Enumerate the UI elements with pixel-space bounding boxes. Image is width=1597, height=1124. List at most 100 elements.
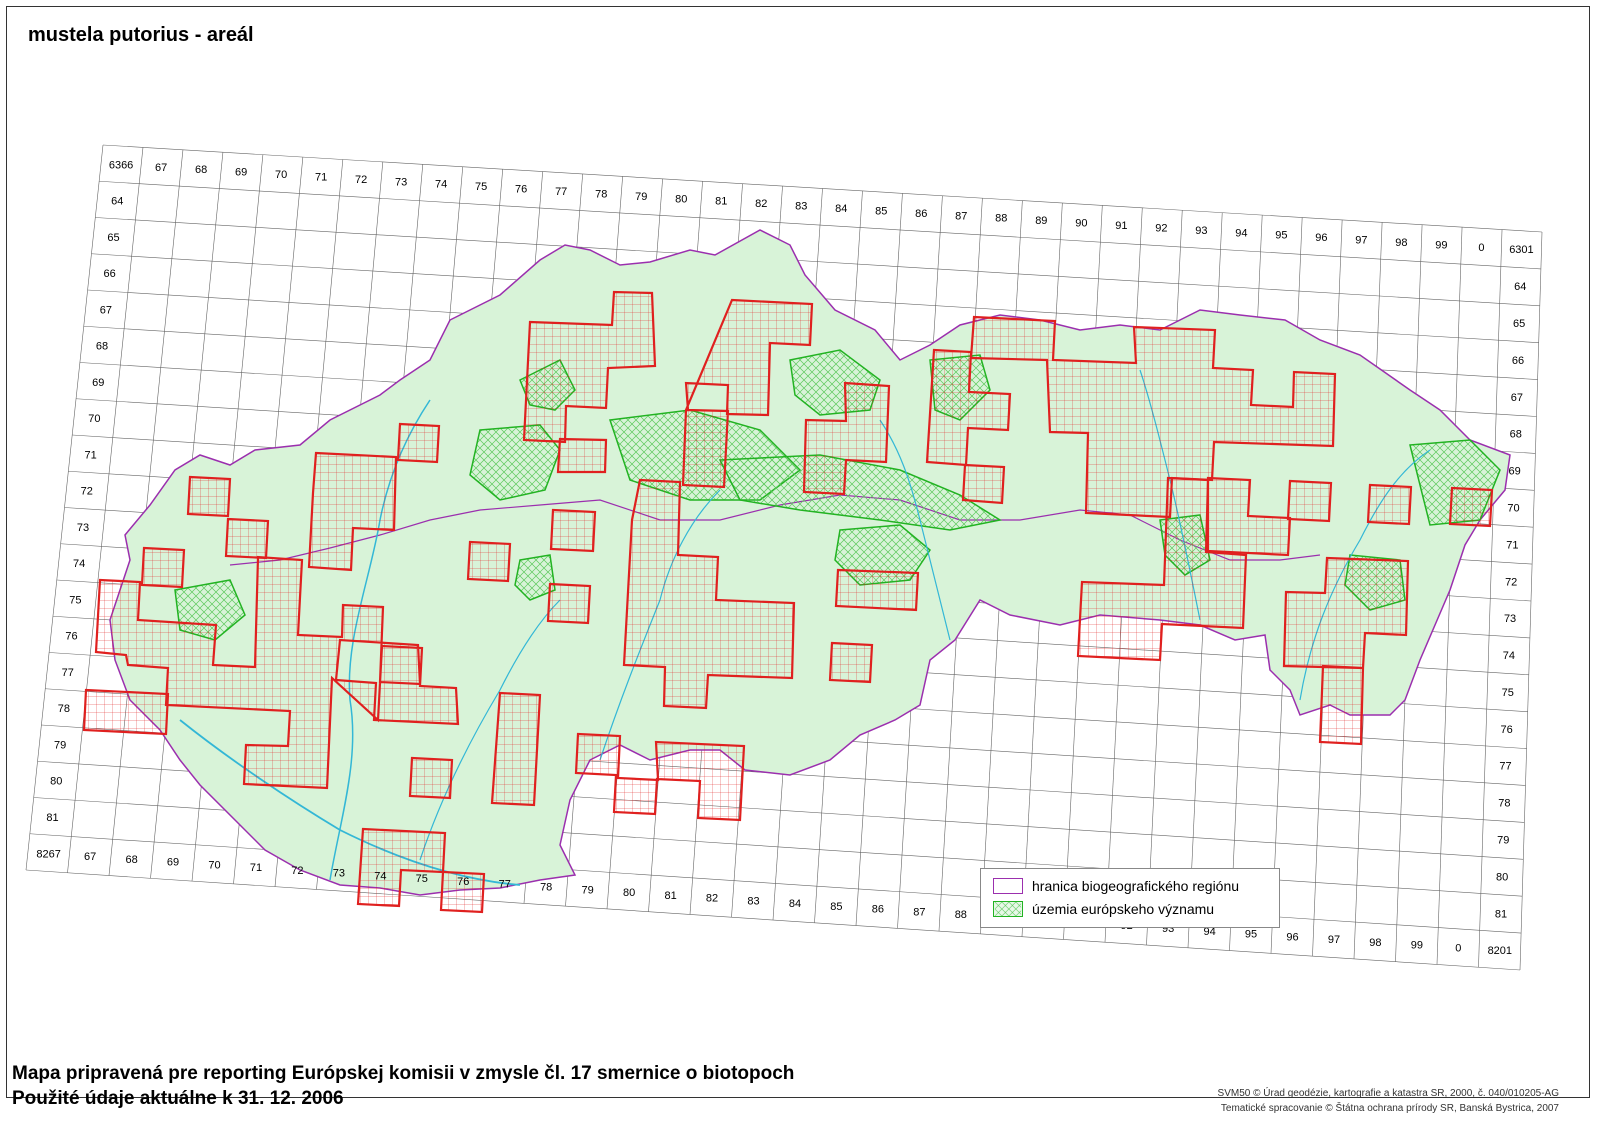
grid-label-bottom: 88 — [955, 909, 967, 921]
grid-label-right: 81 — [1495, 908, 1507, 920]
occurrence-area — [828, 641, 874, 684]
grid-label-bottom: 82 — [706, 893, 718, 905]
grid-label-top: 0 — [1478, 242, 1484, 254]
grid-label-right: 77 — [1499, 761, 1511, 773]
grid-label-top: 90 — [1075, 218, 1087, 230]
grid-label-bottom: 79 — [582, 884, 594, 896]
grid-label-right: 76 — [1501, 724, 1513, 736]
occurrence-area — [1448, 486, 1494, 528]
legend-label-sites: územia európskeho významu — [1032, 901, 1215, 917]
grid-label-bottom: 96 — [1286, 931, 1298, 943]
occurrence-area — [396, 422, 441, 464]
grid-label-right: 75 — [1502, 687, 1514, 699]
grid-label-top: 96 — [1315, 232, 1327, 244]
grid-label-top: 88 — [995, 213, 1007, 225]
grid-label-right: 79 — [1497, 834, 1509, 846]
grid-label-bottom: 77 — [499, 879, 511, 891]
grid-label-top: 84 — [835, 203, 847, 215]
grid-label-bottom: 84 — [789, 898, 801, 910]
legend-label-boundary: hranica biogeografického regiónu — [1032, 878, 1240, 894]
grid-label-top: 94 — [1235, 227, 1247, 239]
grid-label-bottom: 8201 — [1488, 945, 1512, 957]
grid-label-left: 68 — [96, 341, 108, 353]
grid-label-top: 97 — [1355, 235, 1367, 247]
grid-label-top: 92 — [1155, 222, 1167, 234]
grid-label-left: 69 — [92, 377, 104, 389]
grid-label-bottom: 86 — [872, 904, 884, 916]
grid-label-right: 73 — [1504, 613, 1516, 625]
map-legend: hranica biogeografického regiónu územia … — [980, 868, 1280, 928]
occurrence-area — [490, 691, 542, 807]
grid-label-right: 68 — [1510, 429, 1522, 441]
grid-label-right: 66 — [1512, 355, 1524, 367]
grid-label-left: 67 — [100, 304, 112, 316]
occurrence-area — [556, 437, 608, 474]
grid-label-top: 98 — [1395, 237, 1407, 249]
grid-label-left: 81 — [46, 812, 58, 824]
grid-label-left: 79 — [54, 739, 66, 751]
grid-label-top: 77 — [555, 186, 567, 198]
occurrence-area — [1366, 483, 1413, 526]
credit-nature-protection: Tematické spracovanie © Štátna ochrana p… — [1220, 1103, 1559, 1114]
grid-label-top: 99 — [1435, 239, 1447, 251]
grid-line-horizontal — [29, 833, 1522, 934]
grid-label-left: 71 — [84, 449, 96, 461]
grid-label-bottom: 75 — [416, 873, 428, 885]
grid-label-right: 67 — [1511, 392, 1523, 404]
grid-label-top: 85 — [875, 205, 887, 217]
grid-label-bottom: 69 — [167, 857, 179, 869]
grid-label-bottom: 98 — [1369, 937, 1381, 949]
grid-label-left: 73 — [77, 522, 89, 534]
occurrence-area — [408, 756, 454, 800]
grid-label-right: 78 — [1498, 798, 1510, 810]
grid-label-left: 74 — [73, 558, 85, 570]
grid-label-left: 75 — [69, 594, 81, 606]
grid-label-top: 68 — [195, 164, 207, 176]
footer-date: Použité údaje aktuálne k 31. 12. 2006 — [12, 1088, 344, 1109]
grid-label-bottom: 80 — [623, 887, 635, 899]
boundary-swatch-icon — [993, 878, 1023, 894]
grid-label-top: 70 — [275, 169, 287, 181]
grid-label-bottom: 70 — [208, 859, 220, 871]
grid-label-bottom: 76 — [457, 876, 469, 888]
occurrence-area — [961, 463, 1006, 505]
occurrence-area — [834, 568, 920, 612]
grid-label-top: 89 — [1035, 215, 1047, 227]
grid-label-top: 81 — [715, 196, 727, 208]
grid-label-bottom: 72 — [291, 865, 303, 877]
grid-label-bottom: 78 — [540, 881, 552, 893]
grid-label-bottom: 87 — [913, 906, 925, 918]
grid-label-top: 72 — [355, 174, 367, 186]
occurrence-area — [574, 732, 746, 822]
grid-label-bottom: 73 — [333, 868, 345, 880]
footer-title: Mapa pripravená pre reporting Európskej … — [12, 1063, 795, 1084]
occurrence-area — [1286, 479, 1333, 523]
grid-label-top: 87 — [955, 210, 967, 222]
grid-line-horizontal — [102, 144, 1543, 233]
legend-item-boundary: hranica biogeografického regiónu — [993, 878, 1239, 894]
grid-label-right: 74 — [1503, 650, 1515, 662]
grid-label-right: 64 — [1514, 281, 1526, 293]
grid-label-bottom: 8267 — [36, 848, 60, 860]
grid-label-left: 80 — [50, 776, 62, 788]
occurrence-area — [549, 508, 597, 553]
grid-label-left: 64 — [111, 196, 123, 208]
grid-label-bottom: 67 — [84, 851, 96, 863]
grid-label-bottom: 99 — [1411, 940, 1423, 952]
grid-label-left: 66 — [104, 268, 116, 280]
grid-label-top: 80 — [675, 193, 687, 205]
grid-label-left: 77 — [62, 667, 74, 679]
grid-label-bottom: 97 — [1328, 934, 1340, 946]
grid-line-horizontal — [25, 869, 1521, 971]
grid-line-horizontal — [99, 180, 1541, 270]
grid-label-bottom: 81 — [664, 890, 676, 902]
grid-label-bottom: 71 — [250, 862, 262, 874]
grid-label-top: 67 — [155, 162, 167, 174]
grid-label-bottom: 83 — [747, 895, 759, 907]
sites-swatch-icon — [993, 901, 1023, 917]
grid-label-bottom: 68 — [125, 854, 137, 866]
occurrence-area — [186, 475, 232, 518]
grid-label-right: 80 — [1496, 871, 1508, 883]
map-canvas: 6366 67 68 69 70 71 72 73 74 75 76 77 78 79 80 81 82 83 84… — [25, 144, 1543, 971]
grid-label-right: 71 — [1506, 539, 1518, 551]
